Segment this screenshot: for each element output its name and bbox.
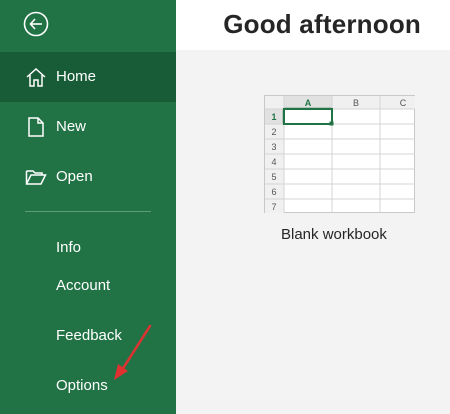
header-bar: Good afternoon bbox=[176, 0, 450, 50]
row-header-1: 1 bbox=[271, 112, 276, 122]
nav-open[interactable]: Open bbox=[0, 152, 176, 202]
nav-account[interactable]: Account bbox=[56, 277, 110, 294]
row-header-7: 7 bbox=[271, 202, 276, 212]
open-folder-icon bbox=[25, 166, 47, 188]
annotation-arrow-icon bbox=[114, 324, 152, 380]
row-header-3: 3 bbox=[271, 142, 276, 152]
new-document-icon bbox=[25, 116, 47, 138]
column-header-c: C bbox=[400, 98, 407, 108]
nav-new[interactable]: New bbox=[0, 102, 176, 152]
nav-home-label: Home bbox=[56, 68, 97, 85]
page-title: Good afternoon bbox=[223, 9, 421, 39]
nav-new-label: New bbox=[56, 118, 87, 135]
column-header-b: B bbox=[353, 98, 359, 108]
row-header-6: 6 bbox=[271, 187, 276, 197]
nav-open-label: Open bbox=[56, 168, 93, 185]
sidebar-divider bbox=[25, 211, 151, 212]
nav-home[interactable]: Home bbox=[0, 52, 176, 102]
workbook-thumbnail: A B C 1 2 3 4 5 6 7 bbox=[264, 95, 415, 213]
home-icon bbox=[25, 66, 47, 88]
back-arrow-icon bbox=[23, 11, 49, 37]
row-header-4: 4 bbox=[271, 157, 276, 167]
column-header-a: A bbox=[305, 98, 312, 108]
blank-workbook-tile[interactable]: A B C 1 2 3 4 5 6 7 bbox=[264, 95, 416, 215]
row-header-5: 5 bbox=[271, 172, 276, 182]
row-header-2: 2 bbox=[271, 127, 276, 137]
back-button[interactable] bbox=[23, 11, 49, 37]
blank-workbook-label: Blank workbook bbox=[281, 226, 387, 243]
nav-options[interactable]: Options bbox=[56, 377, 108, 394]
nav-info[interactable]: Info bbox=[56, 239, 81, 256]
